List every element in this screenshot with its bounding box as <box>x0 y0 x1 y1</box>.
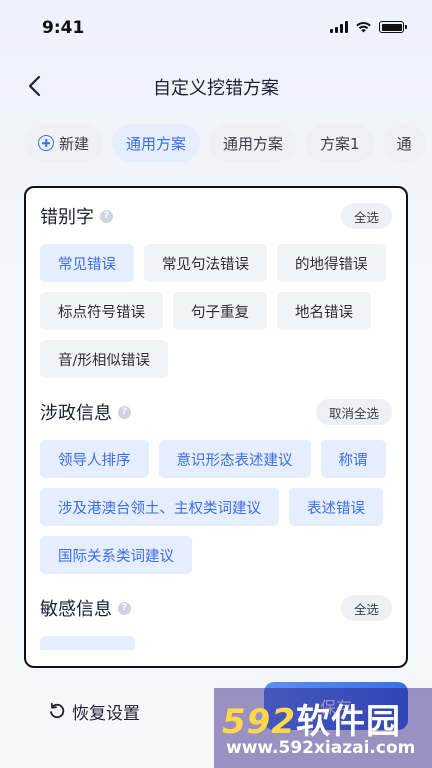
watermark-brand-name: 软件园 <box>295 702 401 742</box>
chip-option[interactable]: 表述错误 <box>289 488 383 526</box>
section-title: 敏感信息 <box>40 599 112 620</box>
info-icon[interactable]: ? <box>118 405 131 419</box>
chip-option[interactable]: 称谓 <box>320 440 386 478</box>
page-title: 自定义挖错方案 <box>153 78 279 99</box>
chip-option[interactable]: 涉及港澳台领土、主权类词建议 <box>40 488 279 526</box>
status-icons <box>330 21 407 33</box>
section-political: 涉政信息 ? 取消全选 领导人排序 意识形态表述建议 称谓 涉及港澳台领土、主权… <box>40 384 392 574</box>
tab-scheme-partial[interactable]: 通 <box>382 124 426 162</box>
tab-scheme-1[interactable]: 方案1 <box>306 124 374 162</box>
watermark-brand: 592软件园 <box>222 694 401 743</box>
watermark-url: www.592xiazai.com <box>226 738 416 758</box>
battery-icon <box>379 21 407 33</box>
status-bar: 9:41 <box>0 0 432 54</box>
section-title: 涉政信息 <box>40 403 112 424</box>
new-scheme-label: 新建 <box>59 134 90 153</box>
section-title: 错别字 <box>40 207 94 228</box>
select-all-button[interactable]: 全选 <box>340 203 392 229</box>
chip-option[interactable]: 音/形相似错误 <box>40 340 168 378</box>
wifi-icon <box>356 21 371 33</box>
deselect-all-button[interactable]: 取消全选 <box>315 399 392 425</box>
options-card: 错别字 ? 全选 常见错误 常见句法错误 的地得错误 标点符号错误 句子重复 地… <box>24 186 408 668</box>
chip-option[interactable]: 标点符号错误 <box>40 292 163 330</box>
section-typos: 错别字 ? 全选 常见错误 常见句法错误 的地得错误 标点符号错误 句子重复 地… <box>40 188 392 378</box>
header: 自定义挖错方案 <box>0 62 432 110</box>
tab-scheme-general-active[interactable]: 通用方案 <box>112 124 201 162</box>
chip-option[interactable]: 国际关系类词建议 <box>40 536 192 574</box>
chip-option[interactable]: 常见错误 <box>40 244 134 282</box>
plus-circle-icon <box>38 135 54 151</box>
chip-option[interactable]: 地名错误 <box>277 292 371 330</box>
chip-option[interactable]: 句子重复 <box>173 292 267 330</box>
info-icon[interactable]: ? <box>118 601 131 615</box>
chip-option[interactable]: 的地得错误 <box>277 244 386 282</box>
chip-group: 常见错误 常见句法错误 的地得错误 标点符号错误 句子重复 地名错误 音/形相似… <box>40 244 392 378</box>
chip-option[interactable]: 常见句法错误 <box>144 244 267 282</box>
chip-option-partial[interactable] <box>40 636 135 650</box>
section-sensitive: 敏感信息 ? 全选 <box>40 580 392 650</box>
watermark-brand-number: 592 <box>222 702 296 742</box>
info-icon[interactable]: ? <box>100 209 113 223</box>
select-all-button[interactable]: 全选 <box>340 595 392 621</box>
watermark: 592软件园 www.592xiazai.com <box>214 688 432 768</box>
tab-scheme-general[interactable]: 通用方案 <box>209 124 298 162</box>
scheme-tabs: 新建 通用方案 通用方案 方案1 通 <box>24 124 432 162</box>
new-scheme-button[interactable]: 新建 <box>24 124 104 162</box>
chip-option[interactable]: 意识形态表述建议 <box>158 440 311 478</box>
chip-option[interactable]: 领导人排序 <box>40 440 149 478</box>
chip-group: 领导人排序 意识形态表述建议 称谓 涉及港澳台领土、主权类词建议 表述错误 国际… <box>40 440 392 574</box>
status-time: 9:41 <box>42 18 85 38</box>
reset-button[interactable]: 恢复设置 <box>48 698 140 724</box>
reset-icon <box>50 702 65 719</box>
reset-label: 恢复设置 <box>72 703 140 724</box>
cellular-signal-icon <box>330 21 348 33</box>
